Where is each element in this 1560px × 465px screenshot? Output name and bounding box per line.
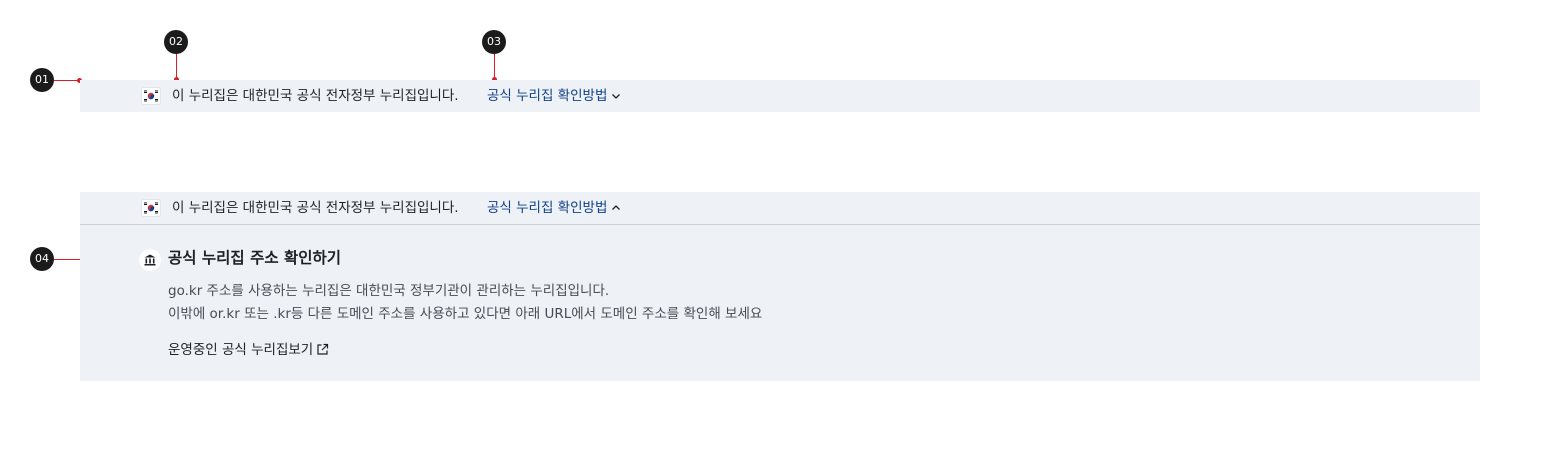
official-sites-link-label: 운영중인 공식 누리집보기: [168, 342, 314, 358]
government-building-icon: [139, 249, 161, 271]
marker-02: 02: [164, 30, 188, 54]
panel-description-line: 이밖에 or.kr 또는 .kr등 다른 도메인 주소를 사용하고 있다면 아래…: [168, 306, 763, 322]
official-sites-link[interactable]: 운영중인 공식 누리집보기: [168, 340, 329, 360]
official-site-banner-collapsed: 이 누리집은 대한민국 공식 전자정부 누리집입니다. 공식 누리집 확인방법: [80, 80, 1480, 112]
external-link-icon: [317, 343, 329, 355]
korea-flag-icon: [142, 88, 160, 104]
official-site-info-panel: 공식 누리집 주소 확인하기 go.kr 주소를 사용하는 누리집은 대한민국 …: [80, 225, 1480, 381]
verify-link-label: 공식 누리집 확인방법: [487, 88, 608, 104]
marker-01: 01: [30, 68, 54, 92]
chevron-up-icon: [612, 205, 621, 210]
official-site-banner-expanded: 이 누리집은 대한민국 공식 전자정부 누리집입니다. 공식 누리집 확인방법: [80, 192, 1480, 225]
marker-04: 04: [30, 247, 54, 271]
panel-description-line: go.kr 주소를 사용하는 누리집은 대한민국 정부기관이 관리하는 누리집입…: [168, 283, 610, 299]
korea-flag-icon: [142, 200, 160, 216]
banner-text: 이 누리집은 대한민국 공식 전자정부 누리집입니다.: [172, 200, 459, 216]
verify-link-label: 공식 누리집 확인방법: [487, 200, 608, 216]
panel-description: go.kr 주소를 사용하는 누리집은 대한민국 정부기관이 관리하는 누리집입…: [168, 280, 762, 326]
verify-official-site-toggle[interactable]: 공식 누리집 확인방법: [487, 199, 621, 217]
panel-title: 공식 누리집 주소 확인하기: [168, 249, 342, 267]
verify-official-site-toggle[interactable]: 공식 누리집 확인방법: [487, 87, 621, 105]
chevron-down-icon: [612, 94, 621, 99]
banner-text: 이 누리집은 대한민국 공식 전자정부 누리집입니다.: [172, 88, 459, 104]
marker-03: 03: [482, 30, 506, 54]
